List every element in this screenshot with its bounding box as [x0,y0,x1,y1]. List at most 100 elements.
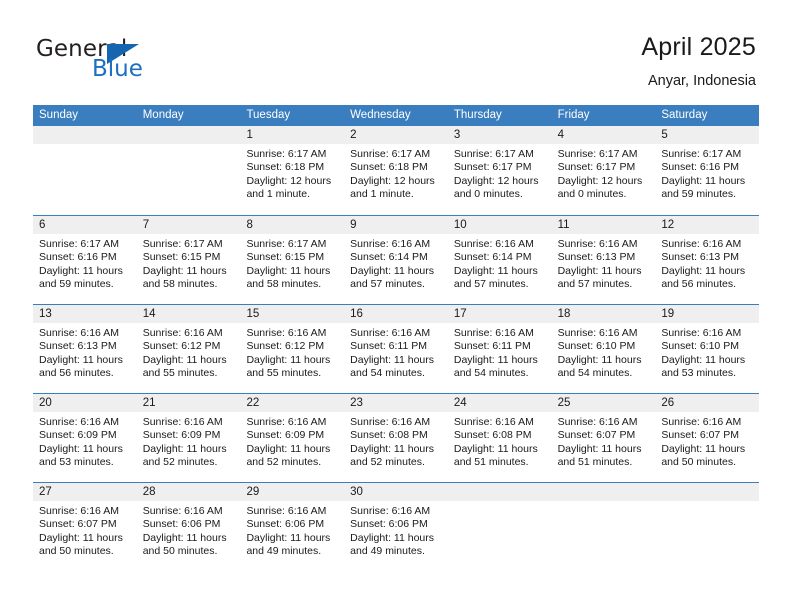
day-detail-line: Daylight: 11 hours [661,264,746,277]
day-cell-14[interactable]: 14 Sunrise: 6:16 AM Sunset: 6:12 PM Dayligh… [136,305,241,393]
day-detail-line: Daylight: 11 hours [661,174,746,187]
day-details: Sunrise: 6:16 AM Sunset: 6:08 PM Daylight:… [448,412,552,470]
day-cell-24[interactable]: 24 Sunrise: 6:16 AM Sunset: 6:08 PM Dayligh… [447,394,552,482]
day-details: Sunrise: 6:17 AM Sunset: 6:18 PM Daylight:… [240,144,344,202]
day-detail-line: and 59 minutes. [661,188,737,201]
day-detail-line: and 50 minutes. [39,545,114,558]
day-cell-26[interactable]: 26 Sunrise: 6:16 AM Sunset: 6:07 PM Dayligh… [655,394,760,482]
calendar-page: General Blue April 2025 Anyar, Indonesia… [0,0,792,612]
day-number: 7 [136,216,241,234]
day-detail-line: Sunset: 6:09 PM [39,429,117,442]
general-blue-logo[interactable]: General Blue [36,36,216,86]
day-cell-15[interactable]: 15 Sunrise: 6:16 AM Sunset: 6:12 PM Dayligh… [240,305,345,393]
day-detail-line: and 0 minutes. [453,188,523,201]
day-detail-line: and 1 minute. [246,188,311,201]
day-details [448,501,552,505]
day-cell-17[interactable]: 17 Sunrise: 6:16 AM Sunset: 6:11 PM Dayligh… [447,305,552,393]
day-detail-line: and 50 minutes. [661,456,737,469]
day-cell-6[interactable]: 6 Sunrise: 6:17 AM Sunset: 6:16 PM Daylight… [33,216,137,304]
day-cell-25[interactable]: 25 Sunrise: 6:16 AM Sunset: 6:07 PM Dayligh… [551,394,656,482]
day-cell-12[interactable]: 12 Sunrise: 6:16 AM Sunset: 6:13 PM Dayligh… [655,216,760,304]
day-details: Sunrise: 6:17 AM Sunset: 6:17 PM Daylight:… [448,144,552,202]
day-cell-20[interactable]: 20 Sunrise: 6:16 AM Sunset: 6:09 PM Dayligh… [33,394,137,482]
day-number: 19 [655,305,760,323]
day-detail-line: Sunset: 6:13 PM [39,340,117,353]
day-cell-13[interactable]: 13 Sunrise: 6:16 AM Sunset: 6:13 PM Dayligh… [33,305,137,393]
day-number: 18 [551,305,656,323]
calendar-week-row: 1 Sunrise: 6:17 AM Sunset: 6:18 PM Daylight… [33,126,760,215]
day-cell-22[interactable]: 22 Sunrise: 6:16 AM Sunset: 6:09 PM Dayligh… [240,394,345,482]
day-detail-line: Daylight: 11 hours [557,442,642,455]
day-detail-line: Sunrise: 6:16 AM [246,505,327,517]
day-cell-30[interactable]: 30 Sunrise: 6:16 AM Sunset: 6:06 PM Dayligh… [344,483,448,571]
day-detail-line: and 57 minutes. [557,278,633,291]
day-detail-line: Sunrise: 6:17 AM [557,148,638,160]
day-details: Sunrise: 6:17 AM Sunset: 6:16 PM Daylight:… [655,144,759,202]
day-detail-line: Sunset: 6:06 PM [246,518,325,531]
day-number: 10 [447,216,552,234]
day-cell-2[interactable]: 2 Sunrise: 6:17 AM Sunset: 6:18 PM Daylight… [344,126,448,215]
day-cell-8[interactable]: 8 Sunrise: 6:17 AM Sunset: 6:15 PM Daylight… [240,216,345,304]
day-detail-line: Sunset: 6:16 PM [39,251,117,264]
day-detail-line: and 53 minutes. [661,367,737,380]
day-detail-line: Sunset: 6:17 PM [453,161,532,174]
day-details: Sunrise: 6:16 AM Sunset: 6:09 PM Daylight:… [240,412,344,470]
day-cell-7[interactable]: 7 Sunrise: 6:17 AM Sunset: 6:15 PM Daylight… [136,216,241,304]
day-cell-18[interactable]: 18 Sunrise: 6:16 AM Sunset: 6:10 PM Dayligh… [551,305,656,393]
day-details [655,501,759,505]
day-detail-line: and 51 minutes. [453,456,529,469]
day-details: Sunrise: 6:16 AM Sunset: 6:07 PM Daylight:… [655,412,759,470]
day-detail-line: Daylight: 11 hours [39,264,123,277]
page-subtitle: Anyar, Indonesia [647,73,756,89]
day-cell-3[interactable]: 3 Sunrise: 6:17 AM Sunset: 6:17 PM Daylight… [447,126,552,215]
day-detail-line: Sunset: 6:13 PM [557,251,636,264]
day-cell-29[interactable]: 29 Sunrise: 6:16 AM Sunset: 6:06 PM Dayligh… [240,483,345,571]
day-detail-line: and 58 minutes. [142,278,218,291]
day-number: 23 [344,394,448,412]
day-detail-line: Sunset: 6:07 PM [661,429,739,442]
day-cell-10[interactable]: 10 Sunrise: 6:16 AM Sunset: 6:14 PM Dayligh… [447,216,552,304]
day-details [552,501,656,505]
day-details: Sunrise: 6:16 AM Sunset: 6:10 PM Daylight:… [552,323,656,381]
day-detail-line: Daylight: 11 hours [661,442,746,455]
day-detail-line: Sunset: 6:09 PM [246,429,325,442]
day-cell-9[interactable]: 9 Sunrise: 6:16 AM Sunset: 6:14 PM Daylight… [344,216,448,304]
day-detail-line: Daylight: 11 hours [142,353,227,366]
day-detail-line: and 55 minutes. [246,367,322,380]
day-cell-28[interactable]: 28 Sunrise: 6:16 AM Sunset: 6:06 PM Dayligh… [136,483,241,571]
day-number: 1 [240,126,345,144]
weekday-header-monday: Monday [142,109,184,121]
day-detail-line: Sunset: 6:06 PM [350,518,428,531]
day-number: 9 [344,216,448,234]
day-detail-line: Daylight: 11 hours [557,264,642,277]
calendar-week-row: 6 Sunrise: 6:17 AM Sunset: 6:16 PM Daylight… [33,215,760,304]
day-cell-empty [447,483,552,571]
day-cell-11[interactable]: 11 Sunrise: 6:16 AM Sunset: 6:13 PM Dayligh… [551,216,656,304]
day-cell-16[interactable]: 16 Sunrise: 6:16 AM Sunset: 6:11 PM Dayligh… [344,305,448,393]
day-detail-line: Sunrise: 6:16 AM [453,238,534,250]
day-cell-27[interactable]: 27 Sunrise: 6:16 AM Sunset: 6:07 PM Dayligh… [33,483,137,571]
weekday-header-sunday: Sunday [39,109,79,121]
day-detail-line: Daylight: 11 hours [557,353,642,366]
day-detail-line: Daylight: 11 hours [453,353,538,366]
day-detail-line: and 54 minutes. [350,367,425,380]
day-details: Sunrise: 6:16 AM Sunset: 6:06 PM Daylight:… [137,501,241,559]
day-detail-line: Sunset: 6:10 PM [661,340,739,353]
day-cell-4[interactable]: 4 Sunrise: 6:17 AM Sunset: 6:17 PM Daylight… [551,126,656,215]
day-cell-21[interactable]: 21 Sunrise: 6:16 AM Sunset: 6:09 PM Dayligh… [136,394,241,482]
day-detail-line: Sunrise: 6:16 AM [350,505,431,517]
day-cell-19[interactable]: 19 Sunrise: 6:16 AM Sunset: 6:10 PM Dayligh… [655,305,760,393]
day-detail-line: Sunset: 6:08 PM [453,429,532,442]
day-detail-line: Sunset: 6:14 PM [350,251,428,264]
day-detail-line: Sunset: 6:11 PM [350,340,428,353]
day-detail-line: Sunrise: 6:16 AM [39,416,119,428]
day-cell-5[interactable]: 5 Sunrise: 6:17 AM Sunset: 6:16 PM Daylight… [655,126,760,215]
day-detail-line: and 1 minute. [350,188,414,201]
day-number: 12 [655,216,760,234]
day-detail-line: Sunrise: 6:16 AM [39,505,119,517]
day-number: 5 [655,126,760,144]
day-cell-1[interactable]: 1 Sunrise: 6:17 AM Sunset: 6:18 PM Daylight… [240,126,345,215]
day-cell-23[interactable]: 23 Sunrise: 6:16 AM Sunset: 6:08 PM Dayligh… [344,394,448,482]
day-number [655,483,760,501]
day-detail-line: Sunrise: 6:17 AM [246,148,327,160]
